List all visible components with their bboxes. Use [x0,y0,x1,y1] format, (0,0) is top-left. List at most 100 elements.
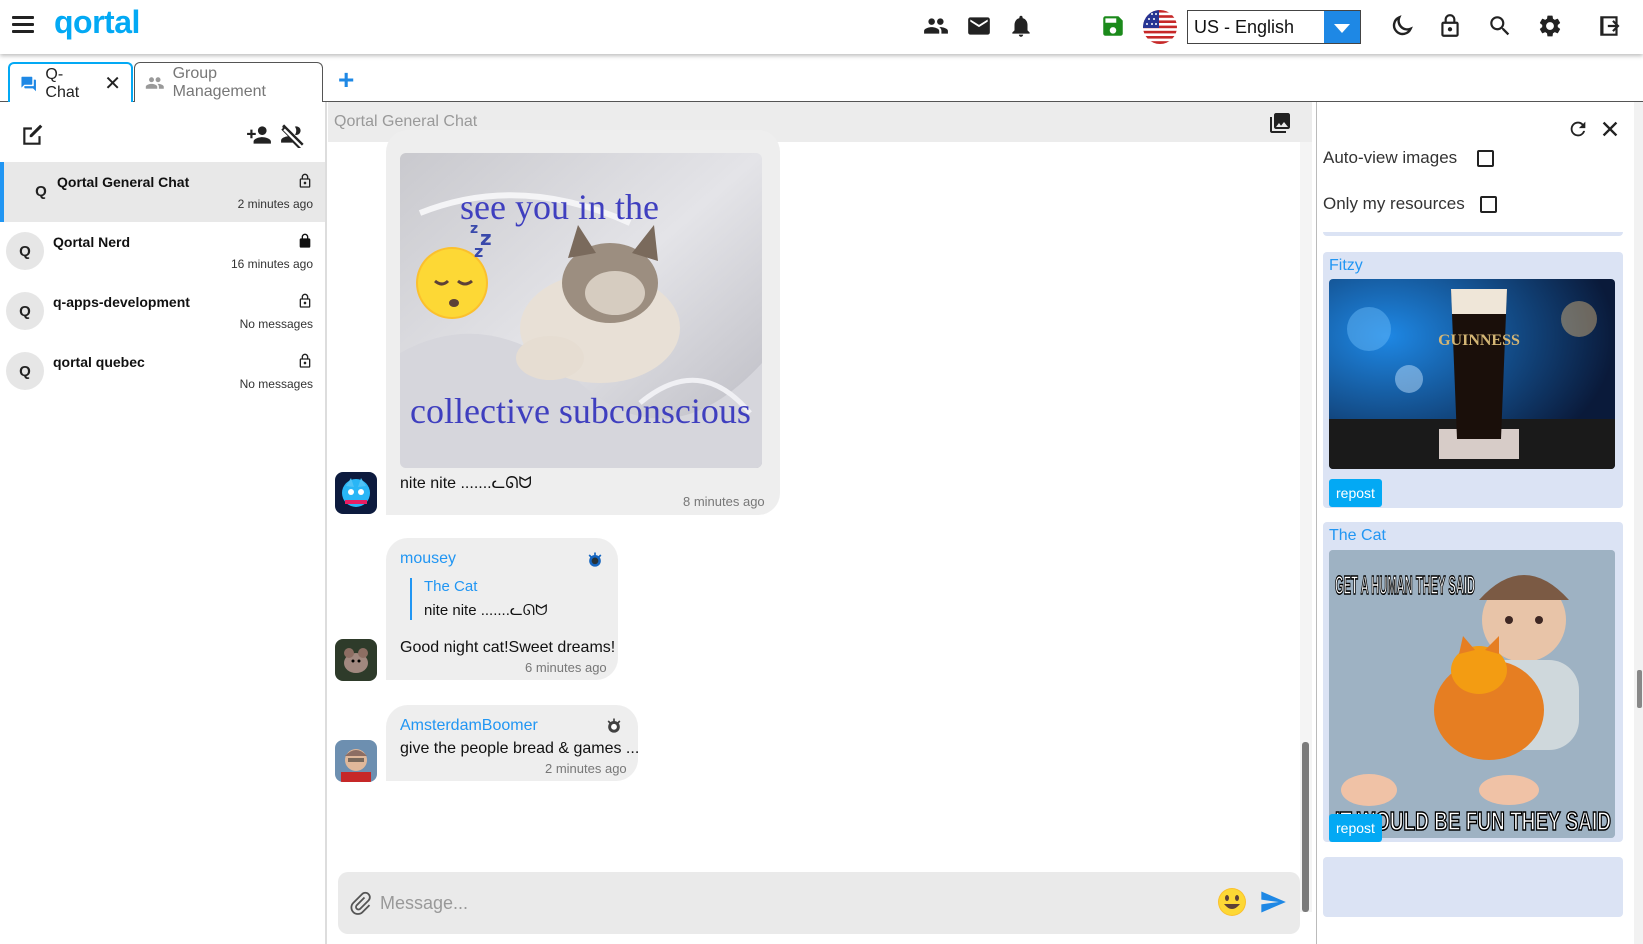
reply-text: nite nite .......ᓚᘏᗢ [424,602,548,619]
gear-icon[interactable] [1537,13,1563,39]
reply-username: The Cat [424,578,478,595]
message-username[interactable]: AmsterdamBoomer [400,717,538,735]
chat-item-time: No messages [239,377,313,391]
tab-q-chat[interactable]: Q-Chat ✕ [8,62,133,104]
chat-item-name: Qortal Nerd [53,234,131,250]
tab-bar: Q-Chat ✕ Group Management + [0,54,1643,104]
unlock-icon [299,293,311,308]
chat-scrollbar[interactable] [1300,142,1312,912]
chat-item-qortal-nerd[interactable]: Q Qortal Nerd 16 minutes ago [0,222,325,282]
tab-label: Q-Chat [45,66,80,101]
unlock-icon [299,173,311,188]
compose-icon[interactable] [20,122,46,148]
add-user-icon[interactable] [246,122,272,148]
message-text: nite nite .......ᓚᘏᗢ [400,475,532,492]
chat-item-qortal-general-chat[interactable]: Q Qortal General Chat 2 minutes ago [0,162,325,222]
svg-text:z: z [480,226,492,250]
badge-icon [588,552,602,567]
chat-title: Qortal General Chat [334,113,478,130]
avatar[interactable] [335,472,377,514]
chat-sidebar: Q Qortal General Chat 2 minutes ago Q Qo… [0,102,327,944]
resources-panel: Auto-view images Only my resources Fitzy [1316,102,1643,944]
mail-icon[interactable] [966,13,992,39]
chat-item-qortal-quebec[interactable]: Q qortal quebec No messages [0,342,325,402]
resource-card [1323,232,1623,236]
message-text: give the people bread & games ... [400,740,640,757]
reply-quote[interactable]: The Cat nite nite .......ᓚᘏᗢ [410,578,548,620]
lock-icon[interactable] [1437,13,1463,39]
menu-icon[interactable] [12,16,34,34]
group-icon [145,77,164,89]
add-tab-button[interactable]: + [338,66,354,94]
resource-card: The Cat GET A HUMAN THEY SAID IT WOULD B… [1323,522,1623,842]
meme-caption-top: GET A HUMAN THEY SAID [1335,570,1475,600]
close-icon[interactable]: ✕ [104,74,121,94]
cat-sleeping-image: z z z see you in the collective subconsc… [400,153,762,468]
scroll-thumb[interactable] [1637,670,1642,708]
only-my-resources-checkbox[interactable] [1480,196,1497,213]
language-select[interactable]: US - English [1187,10,1361,44]
image-gallery-icon[interactable] [1268,111,1292,135]
resource-card: Fitzy GUINNESS repost [1323,252,1623,508]
resource-image[interactable]: GET A HUMAN THEY SAID IT WOULD BE FUN TH… [1329,550,1615,838]
block-user-icon[interactable] [280,122,306,148]
avatar: Q [6,292,44,330]
lock-icon [299,233,311,248]
auto-view-images-checkbox[interactable] [1477,150,1494,167]
chevron-down-icon[interactable] [1324,11,1360,43]
avatar: Q [6,352,44,390]
message-image[interactable]: z z z see you in the collective subconsc… [400,153,762,468]
chat-item-name: Qortal General Chat [57,174,190,190]
guinness-label: GUINNESS [1438,332,1520,349]
refresh-icon[interactable] [1567,118,1589,140]
message-time: 2 minutes ago [545,761,627,776]
resources-scrollbar[interactable] [1634,102,1643,944]
repost-button[interactable]: repost [1329,479,1382,507]
bell-icon[interactable] [1008,13,1034,39]
language-value: US - English [1194,17,1295,37]
message-input[interactable]: Message... [380,893,468,914]
unlock-icon [299,353,311,368]
message-time: 6 minutes ago [525,660,607,675]
resource-username[interactable]: The Cat [1329,527,1386,545]
repost-button[interactable]: repost [1329,814,1382,842]
resources-list[interactable]: Fitzy GUINNESS repost The Cat GET A HUMA… [1323,232,1623,944]
moon-icon[interactable] [1389,13,1415,39]
tab-group-management[interactable]: Group Management [134,62,323,103]
tab-label: Group Management [172,65,266,100]
chat-pane: Qortal General Chat z z z see you in the… [328,102,1312,944]
avatar[interactable] [335,740,377,782]
only-my-resources-label: Only my resources [1323,194,1465,213]
chat-item-q-apps-development[interactable]: Q q-apps-development No messages [0,282,325,342]
avatar[interactable] [335,639,377,681]
message-composer: Message... [338,872,1300,934]
chat-item-time: 2 minutes ago [237,197,313,211]
badge-icon [607,718,621,733]
image-caption-bottom: collective subconscious [410,391,751,431]
top-bar: qortal US - English [0,0,1643,54]
logout-icon[interactable] [1597,13,1623,39]
save-icon[interactable] [1100,13,1126,39]
message-text: Good night cat!Sweet dreams! [400,639,616,656]
chat-item-time: 16 minutes ago [230,257,313,271]
auto-view-images-label: Auto-view images [1323,148,1458,167]
chat-icon [21,76,36,92]
resource-image[interactable]: GUINNESS [1329,279,1615,469]
image-caption-top: see you in the [460,187,659,227]
users-icon[interactable] [923,13,949,39]
message-time: 8 minutes ago [683,494,765,509]
message-username[interactable]: mousey [400,550,456,568]
cat-meme-image: GET A HUMAN THEY SAID IT WOULD BE FUN TH… [1329,550,1615,838]
search-icon[interactable] [1487,13,1513,39]
guinness-image: GUINNESS [1329,279,1615,469]
chat-item-name: q-apps-development [53,294,190,310]
send-icon[interactable] [1258,888,1288,916]
emoji-icon[interactable] [1216,886,1248,918]
avatar: Q [35,182,47,200]
us-flag-icon[interactable] [1143,10,1177,44]
app-logo[interactable]: qortal [54,4,140,41]
attach-icon[interactable] [348,891,372,915]
close-icon[interactable] [1599,118,1621,140]
scroll-thumb[interactable] [1302,742,1309,912]
resource-username[interactable]: Fitzy [1329,257,1363,275]
